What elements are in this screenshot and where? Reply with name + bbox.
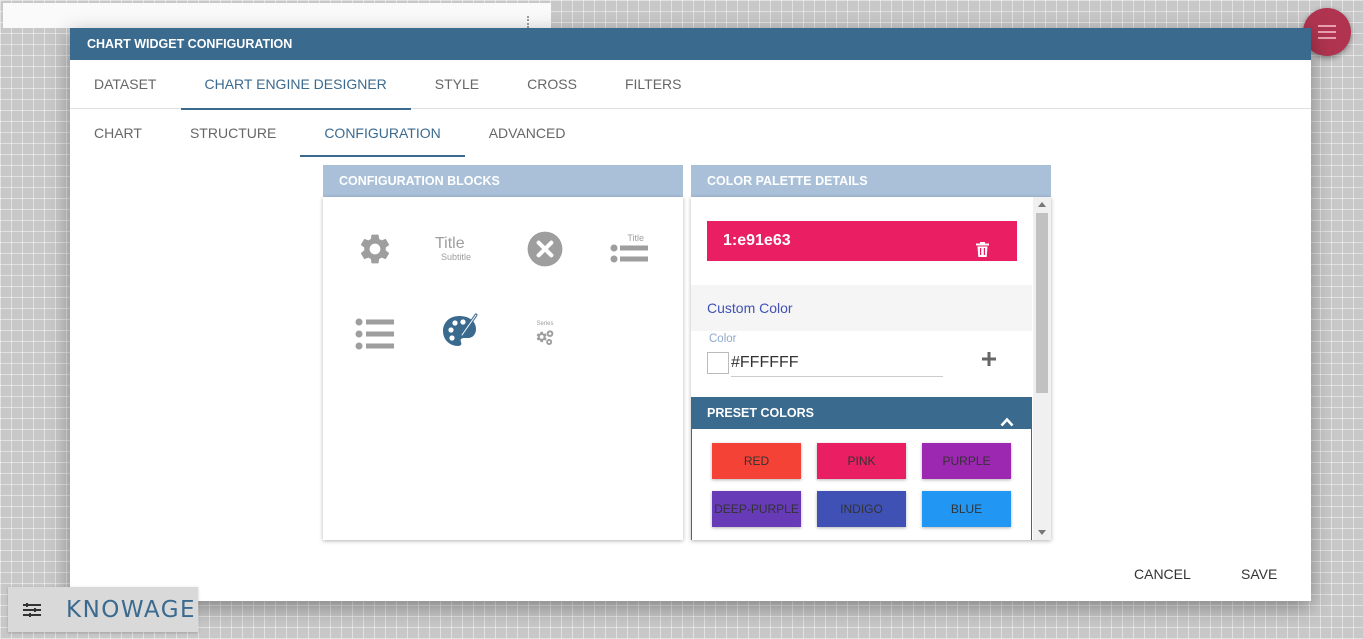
title-subtitle-icon[interactable]: Title Subtitle: [435, 227, 479, 271]
preset-pink-button[interactable]: PINK: [817, 443, 906, 479]
subtab-structure[interactable]: STRUCTURE: [166, 109, 300, 157]
list-icon[interactable]: [353, 312, 397, 356]
background-canvas: [3, 3, 551, 28]
tab-cross[interactable]: CROSS: [503, 60, 601, 109]
knowage-toolbar: KNOWAGE: [8, 587, 198, 632]
configuration-blocks-body: Title Subtitle Title Series: [323, 197, 683, 540]
color-entry[interactable]: 1:e91e63: [707, 221, 1017, 261]
color-input[interactable]: [731, 349, 943, 377]
drag-handle[interactable]: [527, 16, 529, 28]
sub-tabs: CHART STRUCTURE CONFIGURATION ADVANCED: [70, 109, 1311, 157]
preset-colors-header[interactable]: PRESET COLORS: [691, 397, 1032, 429]
legend-title-icon[interactable]: Title: [608, 227, 652, 271]
series-settings-icon[interactable]: Series: [523, 312, 567, 356]
color-field-label: Color: [709, 333, 737, 345]
subtab-advanced[interactable]: ADVANCED: [465, 109, 590, 157]
gear-icon[interactable]: [353, 227, 397, 271]
color-palette-title: COLOR PALETTE DETAILS: [691, 165, 1051, 197]
palette-scrollbar[interactable]: [1033, 197, 1051, 540]
subtab-configuration[interactable]: CONFIGURATION: [300, 109, 466, 157]
color-swatch[interactable]: [707, 352, 729, 374]
preset-purple-button[interactable]: PURPLE: [922, 443, 1011, 479]
knowage-logo: KNOWAGE: [66, 596, 197, 623]
preset-blue-button[interactable]: BLUE: [922, 491, 1011, 527]
settings-sliders-icon: [23, 602, 41, 617]
tab-dataset[interactable]: DATASET: [70, 60, 181, 109]
preset-indigo-button[interactable]: INDIGO: [817, 491, 906, 527]
scroll-thumb[interactable]: [1036, 213, 1048, 393]
scroll-up-arrow-icon[interactable]: [1038, 202, 1046, 207]
color-palette-panel: COLOR PALETTE DETAILS 1:e91e63 Custom Co…: [691, 165, 1051, 540]
save-button[interactable]: SAVE: [1241, 566, 1277, 582]
preset-deep-purple-button[interactable]: DEEP-PURPLE: [712, 491, 801, 527]
custom-color-header[interactable]: Custom Color: [691, 285, 1032, 331]
plus-icon: [982, 352, 996, 366]
scroll-down-arrow-icon[interactable]: [1038, 530, 1046, 535]
trash-icon[interactable]: [976, 233, 989, 273]
cancel-button[interactable]: CANCEL: [1134, 566, 1191, 582]
close-circle-icon[interactable]: [523, 227, 567, 271]
configuration-blocks-panel: CONFIGURATION BLOCKS Title Subtitle Titl…: [323, 165, 683, 540]
color-entry-label: 1:e91e63: [723, 232, 791, 249]
preset-red-button[interactable]: RED: [712, 443, 801, 479]
color-palette-body: 1:e91e63 Custom Color Color PRESET COLOR…: [691, 197, 1051, 540]
subtab-chart[interactable]: CHART: [70, 109, 166, 157]
hamburger-icon: [1318, 25, 1336, 27]
chart-widget-dialog: CHART WIDGET CONFIGURATION DATASET CHART…: [70, 28, 1311, 601]
preset-colors-area: RED PINK PURPLE DEEP-PURPLE INDIGO BLUE: [691, 429, 1032, 540]
tab-filters[interactable]: FILTERS: [601, 60, 706, 109]
add-color-button[interactable]: [977, 347, 1001, 371]
tab-chart-engine-designer[interactable]: CHART ENGINE DESIGNER: [180, 60, 412, 110]
main-tabs: DATASET CHART ENGINE DESIGNER STYLE CROS…: [70, 60, 1311, 110]
dialog-title: CHART WIDGET CONFIGURATION: [70, 28, 1311, 60]
menu-toggle-button[interactable]: [11, 593, 53, 627]
preset-colors-title: PRESET COLORS: [707, 406, 814, 420]
tab-style[interactable]: STYLE: [411, 60, 503, 109]
configuration-blocks-title: CONFIGURATION BLOCKS: [323, 165, 683, 197]
palette-icon[interactable]: [438, 309, 482, 353]
